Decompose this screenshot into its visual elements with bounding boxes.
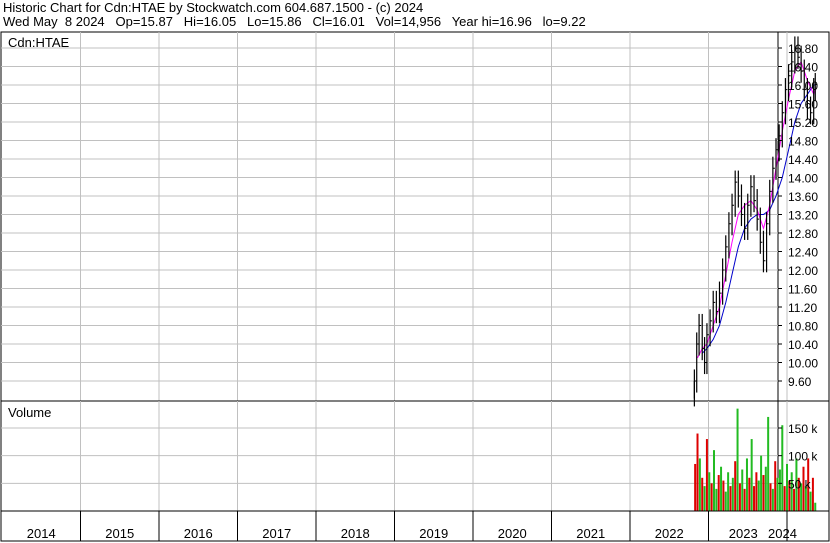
volume-bar (769, 483, 772, 511)
price-tick-label: 13.20 (788, 209, 818, 223)
volume-tick-label: 100 k (788, 450, 818, 464)
price-tick-label: 11.20 (788, 301, 817, 315)
year-label: 2023 (729, 526, 758, 541)
volume-bar (705, 439, 708, 511)
volume-bar (715, 488, 718, 511)
volume-bar (743, 488, 746, 511)
price-tick-label: 10.80 (788, 320, 818, 334)
time-axis: 2014 2015 2016 2017 2018 2019 2020 2021 2022 2023… (27, 511, 797, 541)
volume-bar (774, 461, 777, 511)
volume-tick-label: 150 k (788, 422, 818, 436)
volume-bar (710, 483, 713, 511)
volume-gridlines (1, 401, 788, 511)
volume-bar (731, 477, 734, 511)
volume-bar (708, 472, 711, 511)
volume-bar (814, 502, 817, 511)
price-axis-ticks: 16.80 16.40 16.00 15.60 15.20 14.80 14.40 14.00… (778, 42, 818, 389)
volume-bar (781, 425, 784, 511)
volume-bar (764, 466, 767, 511)
volume-bar (776, 477, 779, 511)
volume-bar (727, 472, 730, 511)
price-tick-label: 14.40 (788, 153, 818, 167)
price-tick-label: 12.00 (788, 264, 818, 278)
year-label: 2015 (105, 526, 134, 541)
volume-bar (778, 469, 781, 511)
volume-bar (757, 480, 760, 511)
volume-bar (734, 461, 737, 511)
price-tick-label: 14.00 (788, 172, 818, 186)
volume-bar (753, 486, 756, 511)
volume-bar (729, 486, 732, 511)
volume-bar (755, 472, 758, 511)
price-tick-label: 15.20 (788, 116, 818, 130)
price-tick-label: 12.40 (788, 246, 818, 260)
volume-bar (694, 463, 697, 511)
price-tick-label: 10.40 (788, 338, 818, 352)
volume-bar (783, 486, 786, 511)
volume-bar (750, 439, 753, 511)
year-label: 2014 (27, 526, 56, 541)
year-label: 2024 (768, 526, 797, 541)
price-tick-label: 13.60 (788, 190, 818, 204)
volume-panel-title: Volume (8, 405, 51, 420)
price-tick-label: 15.60 (788, 98, 818, 112)
volume-bar (767, 416, 770, 511)
year-label: 2022 (655, 526, 684, 541)
year-label: 2017 (262, 526, 291, 541)
year-label: 2018 (341, 526, 370, 541)
volume-bar (696, 433, 699, 511)
volume-bar (748, 477, 751, 511)
volume-bar (745, 458, 748, 511)
year-label: 2020 (498, 526, 527, 541)
volume-bar (701, 477, 704, 511)
volume-bar (811, 477, 814, 511)
volume-panel: 150 k 100 k 50 k Volume (1, 401, 818, 511)
volume-bar (722, 480, 725, 511)
stock-chart: 16.80 16.40 16.00 15.60 15.20 14.80 14.40 14.00… (0, 31, 830, 542)
volume-bar (720, 466, 723, 511)
volume-bar (717, 475, 720, 511)
price-tick-label: 11.60 (788, 283, 817, 297)
volume-bar (762, 475, 765, 511)
year-label: 2019 (419, 526, 448, 541)
price-panel: 16.80 16.40 16.00 15.60 15.20 14.80 14.40 14.00… (1, 32, 818, 511)
volume-bar (741, 469, 744, 511)
volume-tick-label: 50 k (788, 477, 812, 491)
price-tick-label: 9.60 (788, 375, 812, 389)
price-tick-label: 16.80 (788, 42, 818, 56)
volume-bar (736, 408, 739, 511)
year-label: 2021 (576, 526, 605, 541)
volume-bar (771, 488, 774, 511)
volume-bar (712, 450, 715, 511)
price-panel-title: Cdn:HTAE (8, 35, 69, 50)
volume-bar (724, 491, 727, 511)
volume-bar (760, 455, 763, 511)
volume-bar (809, 491, 812, 511)
price-tick-label: 16.00 (788, 79, 818, 93)
price-tick-label: 10.00 (788, 357, 818, 371)
chart-frame (0, 31, 830, 542)
price-tick-label: 16.40 (788, 61, 818, 75)
volume-bar (698, 458, 701, 511)
volume-bar (738, 483, 741, 511)
year-label: 2016 (184, 526, 213, 541)
price-tick-label: 12.80 (788, 227, 818, 241)
volume-bar (703, 486, 706, 511)
price-tick-label: 14.80 (788, 135, 818, 149)
volume-bar (793, 488, 796, 511)
